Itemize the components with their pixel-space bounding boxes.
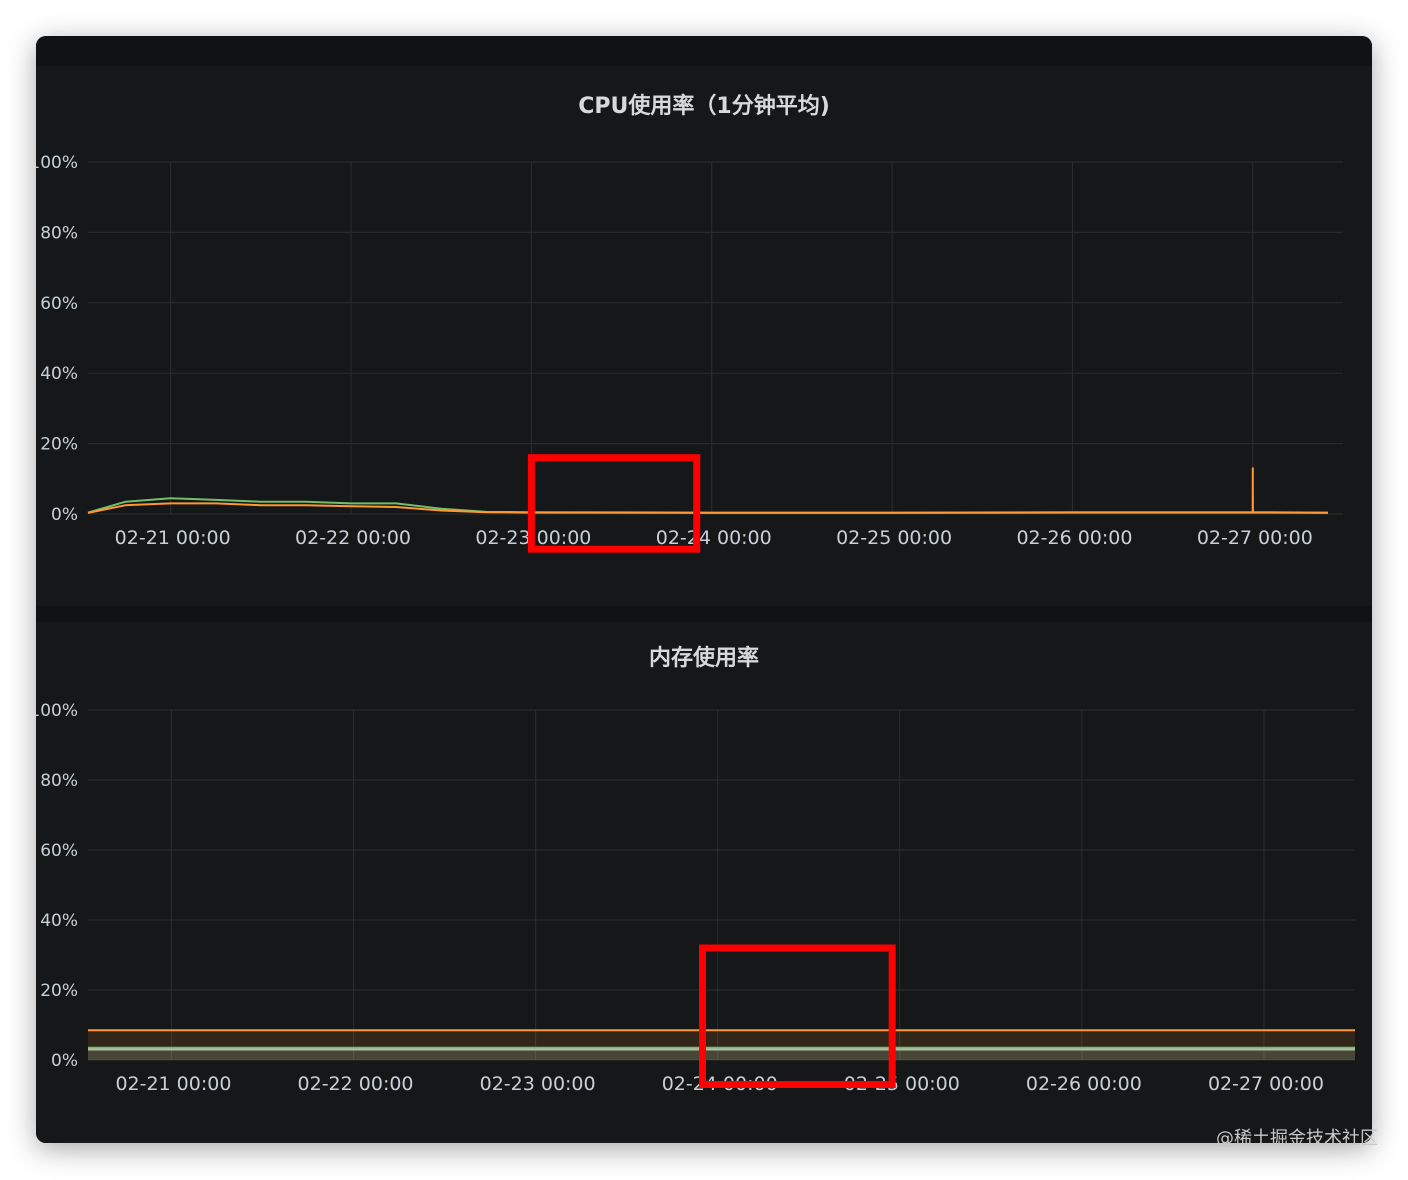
dashboard-top-bar bbox=[36, 36, 1372, 66]
mem-plot: 0% 20% 40% 60% 80% 100% 02-21 00:00 02-22 00:00… bbox=[36, 701, 1355, 1095]
mem-ytick-label: 40% bbox=[40, 911, 78, 931]
cpu-xtick-label: 02-26 00:00 bbox=[1016, 527, 1132, 549]
watermark: @稀土掘金技术社区 bbox=[1216, 1128, 1378, 1149]
mem-xtick-label: 02-21 00:00 bbox=[115, 1073, 231, 1095]
mem-ytick-label: 20% bbox=[40, 981, 78, 1001]
cpu-plot: 0% 20% 40% 60% 80% 100% 02-21 00:00 02-22 00:00… bbox=[36, 153, 1343, 553]
memory-panel-title: 内存使用率 bbox=[648, 646, 759, 671]
cpu-series-line bbox=[87, 467, 1329, 514]
cpu-xtick-label: 02-21 00:00 bbox=[115, 527, 231, 549]
memory-usage-chart: 0% 20% 40% 60% 80% 100% 02-21 00:00 02-22 00:00… bbox=[36, 701, 1355, 1095]
mem-xtick-label: 02-22 00:00 bbox=[298, 1073, 414, 1095]
mem-ytick-label: 100% bbox=[36, 701, 78, 721]
cpu-panel-title: CPU使用率（1分钟平均) bbox=[578, 94, 830, 119]
mem-xtick-label: 02-23 00:00 bbox=[480, 1073, 596, 1095]
panel-divider bbox=[36, 606, 1372, 622]
cpu-xtick-label: 02-27 00:00 bbox=[1197, 527, 1313, 549]
cpu-ytick-label: 0% bbox=[51, 505, 78, 525]
mem-ytick-label: 80% bbox=[40, 771, 78, 791]
cpu-xtick-label: 02-22 00:00 bbox=[295, 527, 411, 549]
cpu-ytick-label: 40% bbox=[40, 364, 78, 384]
cpu-usage-panel: CPU使用率（1分钟平均) 0% 20% 40% 60% 80% 100% 02-21 00… bbox=[36, 66, 1372, 606]
mem-series-fill bbox=[88, 1049, 1355, 1060]
memory-usage-panel: 内存使用率 0% 20% 40% 60% 80% 100% 02-21 00:00 02-22… bbox=[36, 622, 1372, 1143]
mem-xtick-label: 02-26 00:00 bbox=[1026, 1073, 1142, 1095]
dashboard-window: CPU使用率（1分钟平均) 0% 20% 40% 60% 80% 100% 02-21 00… bbox=[36, 36, 1372, 1143]
mem-ytick-label: 0% bbox=[51, 1051, 78, 1071]
mem-ytick-label: 60% bbox=[40, 841, 78, 861]
cpu-usage-chart: 0% 20% 40% 60% 80% 100% 02-21 00:00 02-22 00:00… bbox=[36, 153, 1343, 553]
mem-highlight-box bbox=[699, 944, 896, 1088]
cpu-xtick-label: 02-25 00:00 bbox=[836, 527, 952, 549]
mem-xtick-label: 02-27 00:00 bbox=[1208, 1073, 1324, 1095]
cpu-ytick-label: 20% bbox=[40, 435, 78, 455]
cpu-ytick-label: 60% bbox=[40, 294, 78, 314]
cpu-ytick-label: 100% bbox=[36, 153, 78, 173]
cpu-ytick-label: 80% bbox=[40, 223, 78, 243]
